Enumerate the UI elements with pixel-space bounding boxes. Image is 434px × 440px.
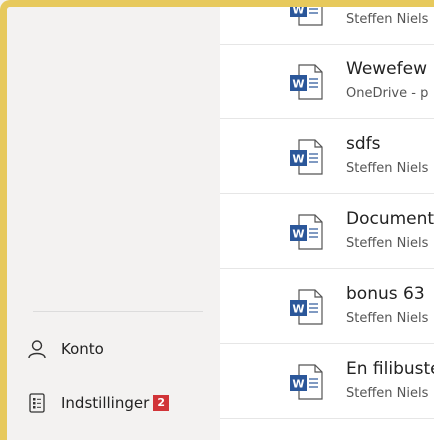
document-name: sdfs bbox=[346, 134, 381, 154]
word-document-icon: W bbox=[289, 364, 323, 400]
sidebar-item-settings[interactable]: Indstillinger 2 bbox=[27, 387, 170, 419]
document-name: bonus 63 bbox=[346, 284, 425, 304]
sidebar-divider bbox=[33, 311, 203, 312]
recent-document-item[interactable]: W bonus 63 Steffen Niels bbox=[220, 270, 434, 344]
recent-document-item[interactable]: W En filibuste Steffen Niels bbox=[220, 345, 434, 419]
word-document-icon: W bbox=[289, 139, 323, 175]
document-location: Steffen Niels bbox=[346, 161, 429, 176]
recent-document-item[interactable]: W sdfs Steffen Niels bbox=[220, 120, 434, 194]
settings-list-icon bbox=[27, 393, 47, 413]
svg-text:W: W bbox=[292, 228, 304, 241]
word-document-icon: W bbox=[289, 214, 323, 250]
svg-text:W: W bbox=[292, 378, 304, 391]
document-name: Wewefew bbox=[346, 59, 427, 79]
person-icon bbox=[27, 339, 47, 359]
svg-text:W: W bbox=[292, 303, 304, 316]
word-document-icon: W bbox=[289, 7, 323, 26]
word-document-icon: W bbox=[289, 289, 323, 325]
recent-document-item[interactable]: W Document Steffen Niels bbox=[220, 195, 434, 269]
sidebar-item-label: Konto bbox=[61, 340, 104, 358]
document-location: Steffen Niels bbox=[346, 386, 429, 401]
document-location: Steffen Niels bbox=[346, 311, 429, 326]
word-document-icon: W bbox=[289, 64, 323, 100]
document-location: OneDrive - p bbox=[346, 86, 429, 101]
notification-badge: 2 bbox=[153, 395, 170, 411]
document-location: Steffen Niels bbox=[346, 12, 429, 27]
document-name: En filibuste bbox=[346, 359, 434, 379]
recent-documents-list: W Steffen Niels W Wewefew OneDrive - p W bbox=[220, 7, 434, 440]
recent-document-item[interactable]: W Wewefew OneDrive - p bbox=[220, 45, 434, 119]
backstage-sidebar: Konto Indstillinger 2 bbox=[7, 7, 220, 440]
recent-document-item[interactable]: W Steffen Niels bbox=[220, 7, 434, 45]
document-name: Document bbox=[346, 209, 434, 229]
window-frame: Konto Indstillinger 2 W Steffen Niels W … bbox=[0, 0, 434, 440]
svg-text:W: W bbox=[292, 153, 304, 166]
sidebar-item-label: Indstillinger bbox=[61, 394, 150, 412]
document-location: Steffen Niels bbox=[346, 236, 429, 251]
sidebar-item-account[interactable]: Konto bbox=[27, 333, 104, 365]
svg-text:W: W bbox=[292, 78, 304, 91]
svg-text:W: W bbox=[292, 7, 304, 17]
